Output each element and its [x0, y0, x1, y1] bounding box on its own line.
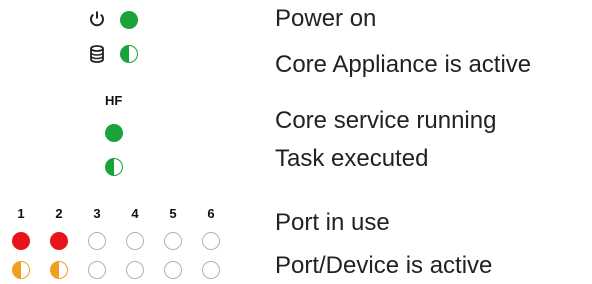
port-1-use-led — [12, 232, 30, 250]
database-icon — [90, 45, 104, 63]
port-3-use-led — [88, 232, 106, 250]
port-4-use-led — [126, 232, 144, 250]
service-running-label: Core service running — [275, 107, 497, 134]
port-5-use-led — [164, 232, 182, 250]
port-number-1: 1 — [17, 206, 25, 221]
task-led — [105, 158, 123, 176]
port-number-4: 4 — [131, 206, 139, 221]
port-3-active-led — [88, 261, 106, 279]
power-led — [120, 11, 138, 29]
task-executed-label: Task executed — [275, 145, 429, 172]
port-6-use-led — [202, 232, 220, 250]
appliance-active-label: Core Appliance is active — [275, 51, 532, 78]
port-1-active-led — [12, 261, 30, 279]
power-on-label: Power on — [275, 5, 377, 32]
port-number-6: 6 — [207, 206, 215, 221]
hf-label: HF — [105, 93, 123, 108]
port-2-active-led — [50, 261, 68, 279]
power-icon — [90, 11, 104, 27]
port-5-active-led — [164, 261, 182, 279]
port-device-active-label: Port/Device is active — [275, 252, 493, 279]
port-4-active-led — [126, 261, 144, 279]
port-in-use-label: Port in use — [275, 209, 390, 236]
port-number-3: 3 — [93, 206, 101, 221]
port-6-active-led — [202, 261, 220, 279]
port-number-5: 5 — [169, 206, 177, 221]
appliance-led — [120, 45, 138, 63]
port-number-2: 2 — [55, 206, 63, 221]
service-led — [105, 124, 123, 142]
port-2-use-led — [50, 232, 68, 250]
